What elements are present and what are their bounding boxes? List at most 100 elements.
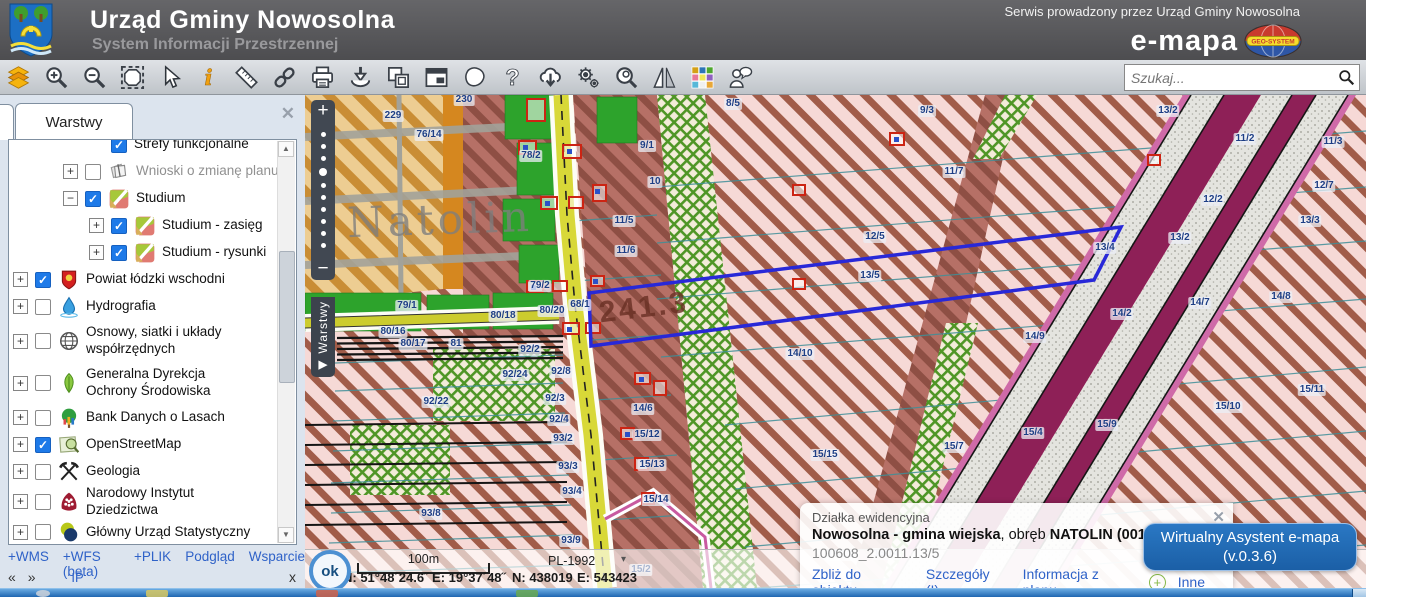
- info-icon[interactable]: i: [194, 63, 222, 91]
- pager-close[interactable]: x: [289, 569, 296, 585]
- windows-taskbar[interactable]: [0, 588, 1366, 597]
- expand-plus-icon[interactable]: +: [13, 437, 28, 452]
- popup-link-inne[interactable]: Inne: [1178, 574, 1205, 588]
- zoom-in-icon[interactable]: [42, 63, 70, 91]
- chevron-down-icon[interactable]: ▾: [621, 554, 626, 565]
- mirror-icon[interactable]: [650, 63, 678, 91]
- print-icon[interactable]: [308, 63, 336, 91]
- layout-icon[interactable]: [422, 63, 450, 91]
- settings-gears-icon[interactable]: [574, 63, 602, 91]
- layer-checkbox[interactable]: ✓: [85, 191, 101, 207]
- coords-geographic: N: 51°48´24.6˝ E: 19°37´48˝: [343, 570, 506, 585]
- zoom-level-dot[interactable]: [321, 144, 326, 149]
- legend-grid-icon[interactable]: [688, 63, 716, 91]
- layer-checkbox[interactable]: [35, 299, 51, 315]
- zoom-out-icon[interactable]: [80, 63, 108, 91]
- virtual-assistant-button[interactable]: Wirtualny Asystent e-mapa (v.0.3.6): [1143, 523, 1357, 571]
- polygon-icon[interactable]: [460, 63, 488, 91]
- help-icon[interactable]: ?: [498, 63, 526, 91]
- pager-next[interactable]: »: [28, 569, 36, 585]
- popup-link-zbli-do-obiektu[interactable]: Zbliż do obiektu: [812, 566, 910, 588]
- expand-plus-icon[interactable]: +: [13, 334, 28, 349]
- layer-checkbox[interactable]: ✓: [35, 437, 51, 453]
- expand-plus-icon[interactable]: +: [89, 218, 104, 233]
- toolbar: i?: [0, 60, 1366, 95]
- cloud-download-icon[interactable]: [536, 63, 564, 91]
- expand-plus-icon[interactable]: +: [13, 272, 28, 287]
- layer-row: +✓Studium - zasięg: [9, 212, 296, 239]
- feedback-icon[interactable]: [726, 63, 754, 91]
- map-canvas[interactable]: Natolin 241.3 22923076/1478/28/59/39/110…: [305, 95, 1366, 588]
- search-input[interactable]: [1125, 70, 1338, 86]
- zoom-level-dot[interactable]: [321, 207, 326, 212]
- expand-plus-icon[interactable]: +: [63, 164, 78, 179]
- locality-watermark: Natolin: [346, 192, 533, 247]
- scroll-up-icon[interactable]: ▲: [278, 141, 294, 157]
- expand-plus-icon[interactable]: +: [13, 410, 28, 425]
- scroll-thumb[interactable]: [279, 251, 295, 383]
- expand-plus-icon[interactable]: +: [13, 299, 28, 314]
- copy-frames-icon[interactable]: [384, 63, 412, 91]
- zoom-level-dot[interactable]: [321, 156, 326, 161]
- measure-icon[interactable]: [232, 63, 260, 91]
- zoom-out-button[interactable]: −: [311, 258, 335, 280]
- zoom-level-dot[interactable]: [321, 132, 326, 137]
- collapse-minus-icon[interactable]: −: [63, 191, 78, 206]
- layer-checkbox[interactable]: [35, 524, 51, 540]
- expand-plus-icon[interactable]: +: [89, 245, 104, 260]
- geosystem-logo: GEO-SYSTEM: [1244, 24, 1302, 58]
- start-orb-icon[interactable]: [36, 590, 50, 597]
- preview-icon[interactable]: [612, 63, 640, 91]
- layer-label: Narodowy Instytut Dziedzictwa: [86, 485, 258, 519]
- sidebar-close-icon[interactable]: ✕: [281, 104, 295, 124]
- nid-layer-icon: [58, 491, 80, 513]
- tab-partial[interactable]: [0, 104, 14, 140]
- layer-checkbox[interactable]: ✓: [111, 245, 127, 261]
- expand-plus-icon[interactable]: +: [13, 464, 28, 479]
- layer-checkbox[interactable]: ✓: [35, 272, 51, 288]
- expand-plus-icon[interactable]: +: [13, 525, 28, 540]
- taskbar-app-icon[interactable]: [146, 590, 168, 597]
- layer-label: Powiat łódzki wschodni: [86, 271, 225, 288]
- popup-link-szczeg-y-i-[interactable]: Szczegóły (I): [926, 566, 1007, 588]
- search-icon[interactable]: [1338, 69, 1355, 86]
- layer-row: −✓Studium: [9, 185, 296, 212]
- scroll-down-icon[interactable]: ▼: [278, 527, 294, 543]
- select-area-icon[interactable]: [118, 63, 146, 91]
- show-desktop-button[interactable]: [1352, 589, 1366, 597]
- layer-checkbox[interactable]: ✓: [111, 139, 127, 153]
- zoom-slider[interactable]: [311, 122, 335, 258]
- ok-button[interactable]: ok: [309, 550, 351, 588]
- collapse-layers-tab[interactable]: ◀ Warstwy: [311, 297, 335, 377]
- zoom-level-dot[interactable]: [321, 183, 326, 188]
- layer-checkbox[interactable]: [35, 494, 51, 510]
- zoom-level-dot[interactable]: [321, 219, 326, 224]
- zoom-level-dot[interactable]: [321, 231, 326, 236]
- expand-plus-icon[interactable]: +: [13, 494, 28, 509]
- expand-plus-icon[interactable]: +: [13, 376, 28, 391]
- crs-select[interactable]: PL-1992: [548, 554, 595, 568]
- link-icon[interactable]: [270, 63, 298, 91]
- pager-prev[interactable]: «: [8, 569, 16, 585]
- taskbar-app-icon[interactable]: [516, 590, 538, 597]
- search-box[interactable]: [1124, 64, 1360, 91]
- layer-checkbox[interactable]: [35, 410, 51, 426]
- layer-checkbox[interactable]: [35, 464, 51, 480]
- taskbar-app-icon[interactable]: [316, 590, 338, 597]
- layers-icon[interactable]: [4, 63, 32, 91]
- pointer-icon[interactable]: [156, 63, 184, 91]
- zoom-level-current-dot[interactable]: [319, 168, 327, 176]
- layer-checkbox[interactable]: [35, 333, 51, 349]
- layer-checkbox[interactable]: [35, 375, 51, 391]
- zoom-level-dot[interactable]: [321, 243, 326, 248]
- zoom-level-dot[interactable]: [321, 195, 326, 200]
- ip-link[interactable]: IP: [71, 570, 83, 585]
- download-marker-icon[interactable]: [346, 63, 374, 91]
- zoom-in-button[interactable]: +: [311, 100, 335, 122]
- layer-checkbox[interactable]: ✓: [111, 218, 127, 234]
- layer-checkbox[interactable]: [85, 164, 101, 180]
- add-plus-icon[interactable]: +: [1149, 574, 1166, 589]
- tree-scrollbar[interactable]: ▲ ▼: [277, 141, 295, 543]
- tab-warstwy[interactable]: Warstwy: [15, 103, 133, 140]
- popup-link-informacja-z-planu[interactable]: Informacja z planu: [1023, 566, 1137, 588]
